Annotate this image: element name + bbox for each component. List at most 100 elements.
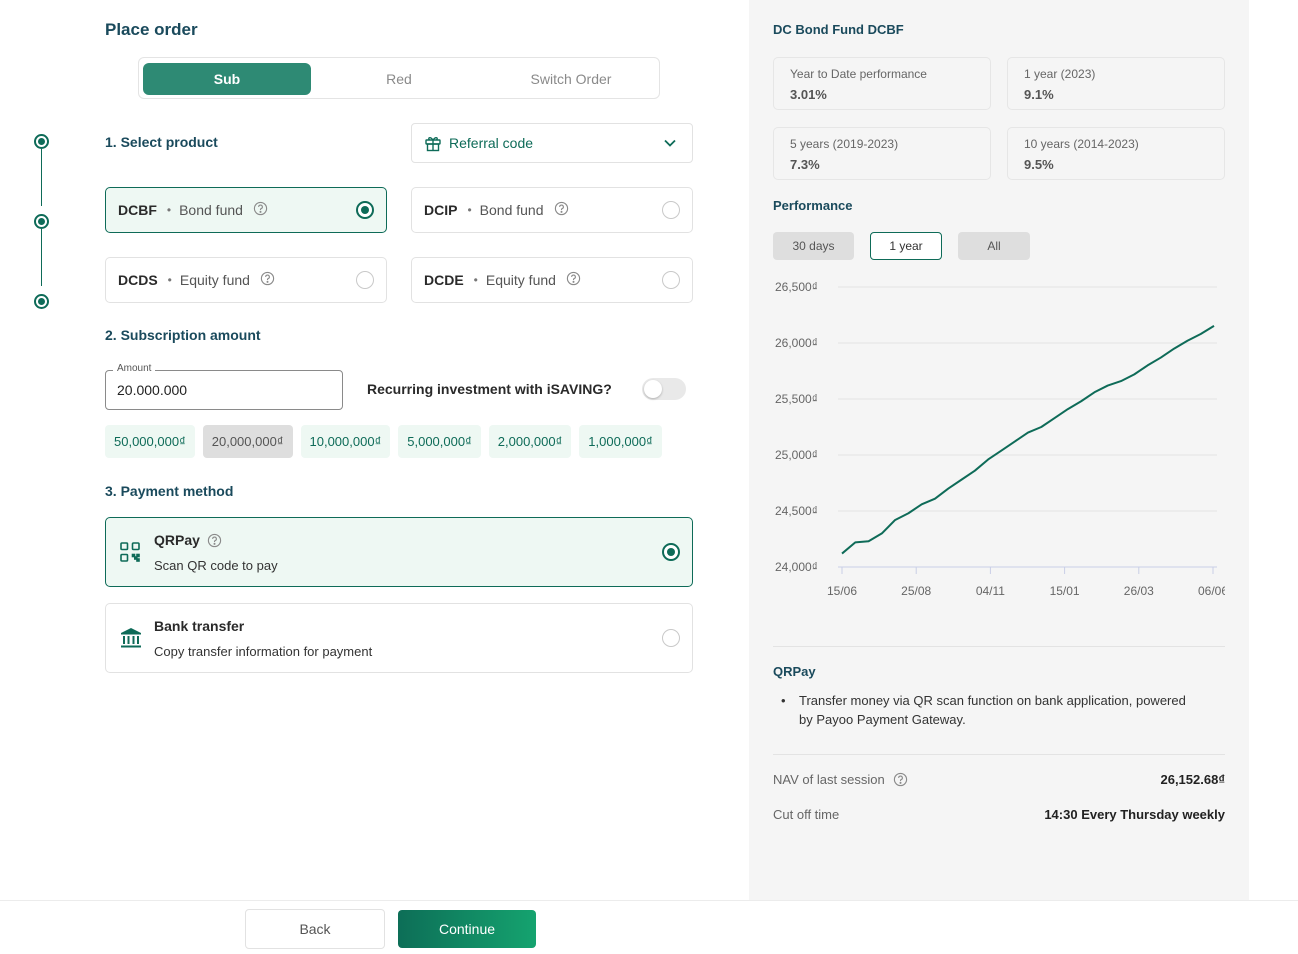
divider	[773, 754, 1225, 755]
help-icon[interactable]	[554, 201, 569, 219]
stat-label: 5 years (2019-2023)	[790, 137, 899, 151]
cutoff-value: 14:30 Every Thursday weekly	[1044, 807, 1225, 822]
stat-value: 3.01%	[790, 87, 827, 102]
qrpay-info-description: Transfer money via QR scan function on b…	[781, 691, 1201, 729]
period-all[interactable]: All	[958, 232, 1030, 260]
referral-code-dropdown[interactable]: Referral code	[411, 123, 693, 163]
tab-red[interactable]: Red	[315, 63, 483, 95]
separator-dot: •	[473, 273, 478, 287]
y-tick-label: 26,500₫	[775, 280, 818, 294]
step-indicator-1	[34, 134, 49, 149]
separator-dot: •	[167, 273, 172, 287]
y-tick-label: 24,500₫	[775, 504, 818, 518]
product-type: Equity fund	[179, 272, 250, 288]
product-radio[interactable]	[662, 271, 680, 289]
product-type: Bond fund	[179, 202, 243, 218]
stat-card: Year to Date performance 3.01%	[773, 57, 991, 110]
payment-subtitle: Copy transfer information for payment	[154, 644, 373, 659]
product-radio[interactable]	[356, 271, 374, 289]
payment-subtitle: Scan QR code to pay	[154, 558, 278, 573]
payment-radio[interactable]	[662, 629, 680, 647]
amount-preset-chip[interactable]: 20,000,000₫	[202, 425, 293, 458]
x-tick-label: 04/11	[976, 584, 1005, 598]
footer-bar	[0, 900, 1298, 954]
y-tick-label: 24,000₫	[775, 560, 818, 574]
product-type: Equity fund	[485, 272, 556, 288]
product-option-dcip[interactable]: DCIP • Bond fund	[411, 187, 693, 233]
performance-chart: 26,500₫ 26,000₫ 25,500₫ 25,000₫ 24,500₫ 24,00…	[775, 280, 1225, 598]
y-tick-label: 26,000₫	[775, 336, 818, 350]
qr-code-icon	[119, 541, 141, 568]
payment-method-title: 3. Payment method	[105, 483, 234, 499]
fund-name: DC Bond Fund DCBF	[773, 22, 904, 37]
stat-card: 1 year (2023) 9.1%	[1007, 57, 1225, 110]
stat-label: Year to Date performance	[790, 67, 927, 81]
order-type-tabs: Sub Red Switch Order	[138, 57, 660, 99]
x-tick-label: 15/01	[1050, 584, 1080, 598]
product-option-dcbf[interactable]: DCBF • Bond fund	[105, 187, 387, 233]
stat-card: 5 years (2019-2023) 7.3%	[773, 127, 991, 180]
help-icon[interactable]	[207, 533, 222, 553]
performance-title: Performance	[773, 198, 853, 213]
help-icon[interactable]	[253, 201, 268, 219]
divider	[773, 646, 1225, 647]
tab-switch-order[interactable]: Switch Order	[487, 63, 655, 95]
product-option-dcds[interactable]: DCDS • Equity fund	[105, 257, 387, 303]
referral-code-label: Referral code	[449, 135, 534, 151]
step-indicator-2	[34, 214, 49, 229]
payment-option-qrpay[interactable]: QRPay Scan QR code to pay	[105, 517, 693, 587]
product-option-dcde[interactable]: DCDE • Equity fund	[411, 257, 693, 303]
step-indicator-3	[34, 294, 49, 309]
qrpay-info-title: QRPay	[773, 664, 816, 679]
chevron-down-icon	[662, 135, 678, 154]
x-tick-label: 25/08	[901, 584, 931, 598]
help-icon[interactable]	[566, 271, 581, 289]
stat-value: 9.1%	[1024, 87, 1054, 102]
amount-preset-chip[interactable]: 1,000,000₫	[579, 425, 662, 458]
amount-preset-chip[interactable]: 10,000,000₫	[300, 425, 391, 458]
page-title: Place order	[105, 20, 198, 39]
subscription-amount-title: 2. Subscription amount	[105, 327, 261, 343]
stat-value: 7.3%	[790, 157, 820, 172]
product-code: DCDS	[118, 272, 158, 288]
payment-title: QRPay	[154, 532, 200, 548]
amount-preset-chip[interactable]: 2,000,000₫	[488, 425, 572, 458]
period-1-year[interactable]: 1 year	[870, 232, 942, 260]
payment-option-bank-transfer[interactable]: Bank transfer Copy transfer information …	[105, 603, 693, 673]
product-code: DCDE	[424, 272, 464, 288]
gift-icon	[424, 134, 442, 152]
select-product-title: 1. Select product	[105, 134, 218, 150]
y-tick-label: 25,500₫	[775, 392, 818, 406]
separator-dot: •	[467, 203, 472, 217]
x-tick-label: 06/06	[1198, 584, 1225, 598]
x-tick-label: 15/06	[827, 584, 857, 598]
bank-icon	[119, 626, 143, 655]
product-code: DCIP	[424, 202, 458, 218]
amount-preset-chip[interactable]: 50,000,000₫	[105, 425, 195, 458]
qrpay-info-text: Transfer money via QR scan function on b…	[799, 693, 1186, 727]
product-radio[interactable]	[356, 201, 374, 219]
cutoff-label: Cut off time	[773, 807, 840, 822]
stat-label: 10 years (2014-2023)	[1024, 137, 1139, 151]
product-code: DCBF	[118, 202, 157, 218]
amount-value[interactable]: 20.000.000	[117, 382, 187, 398]
period-30-days[interactable]: 30 days	[773, 232, 854, 260]
amount-preset-chip[interactable]: 5,000,000₫	[398, 425, 481, 458]
stat-card: 10 years (2014-2023) 9.5%	[1007, 127, 1225, 180]
payment-radio[interactable]	[662, 543, 680, 561]
product-type: Bond fund	[479, 202, 544, 218]
nav-label-text: NAV of last session	[773, 772, 885, 787]
separator-dot: •	[166, 203, 172, 217]
continue-button[interactable]: Continue	[398, 910, 536, 948]
nav-label: NAV of last session	[773, 772, 908, 787]
back-button[interactable]: Back	[245, 909, 385, 949]
stat-label: 1 year (2023)	[1024, 67, 1096, 81]
tab-sub[interactable]: Sub	[143, 63, 311, 95]
product-radio[interactable]	[662, 201, 680, 219]
help-icon[interactable]	[893, 772, 908, 787]
recurring-toggle[interactable]	[642, 378, 686, 400]
amount-label: Amount	[113, 363, 156, 374]
amount-presets: 50,000,000₫ 20,000,000₫ 10,000,000₫ 5,00…	[105, 425, 662, 458]
help-icon[interactable]	[260, 271, 275, 289]
x-tick-label: 26/03	[1124, 584, 1154, 598]
